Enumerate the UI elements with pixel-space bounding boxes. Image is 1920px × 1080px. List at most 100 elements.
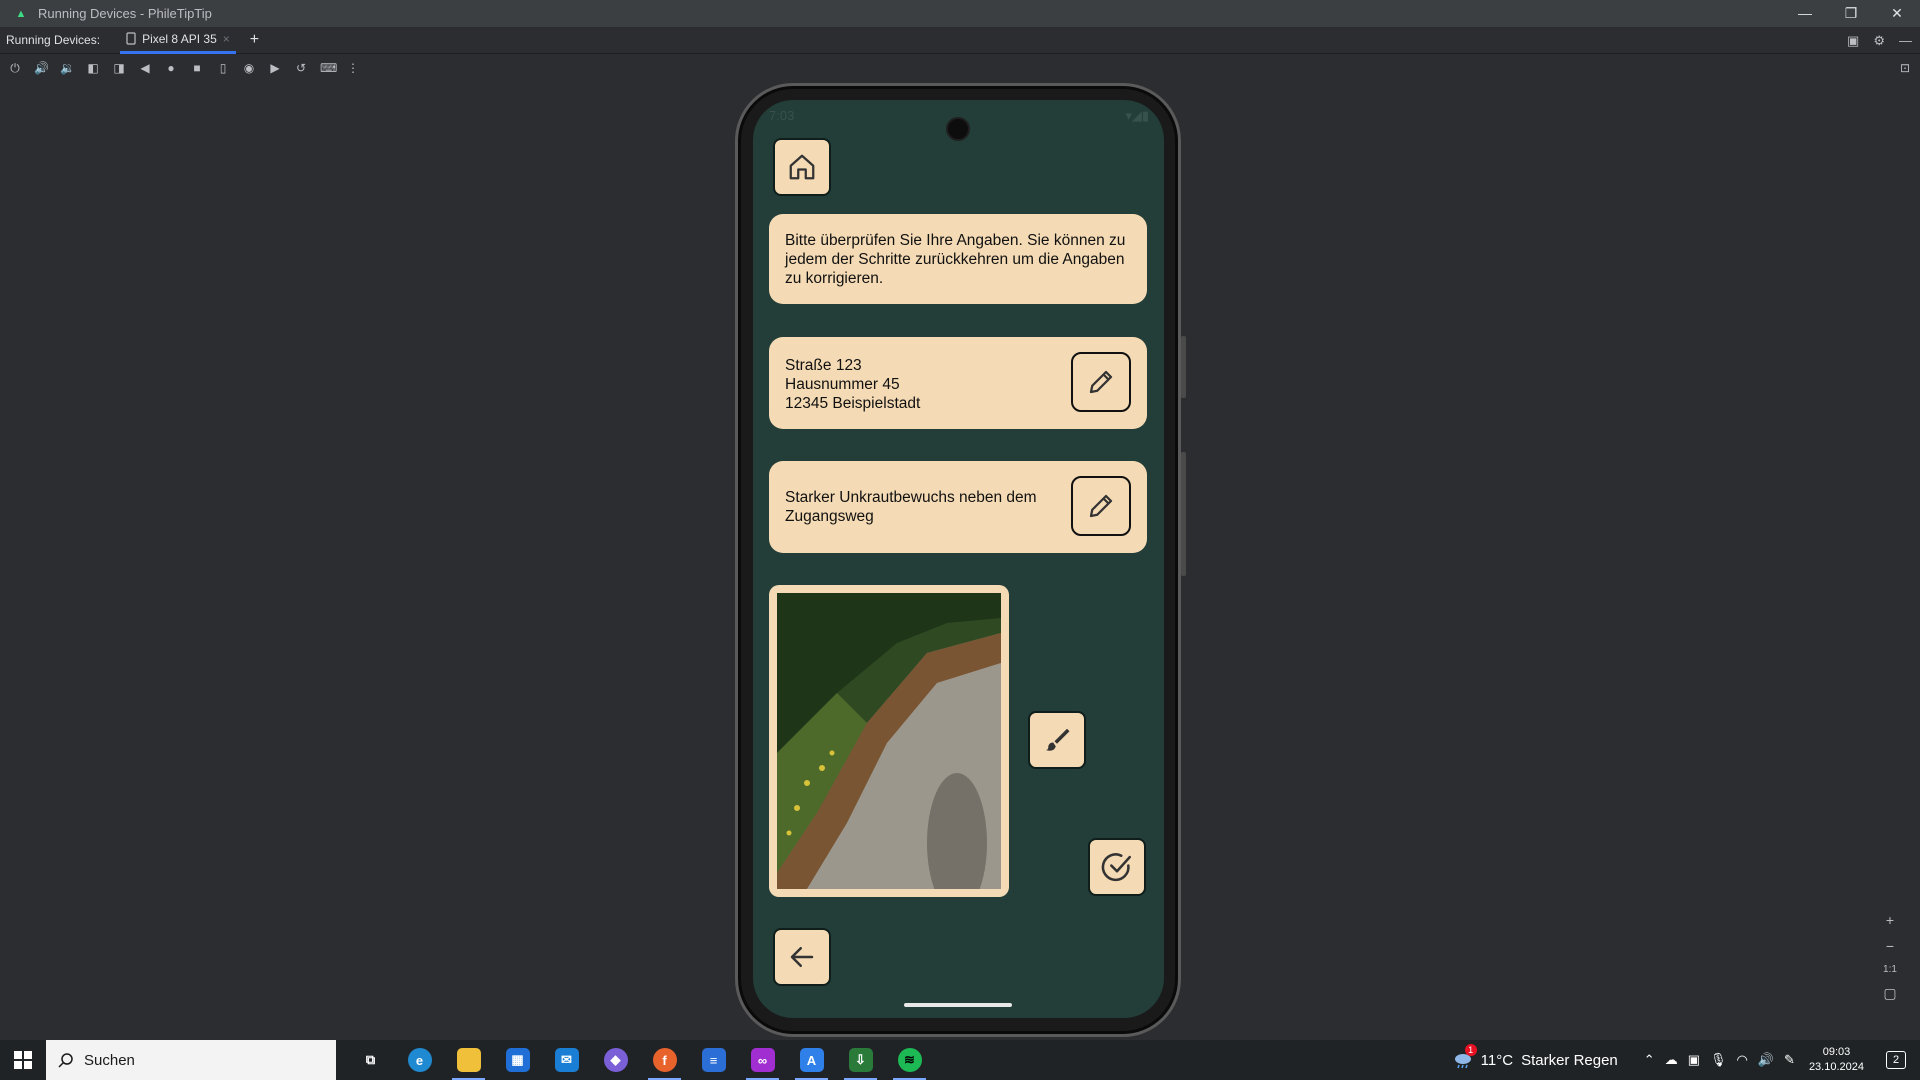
volume-up-icon[interactable]: 🔊 (34, 61, 49, 75)
notification-center-button[interactable]: 2 (1880, 1044, 1912, 1076)
download-icon: ⇩ (848, 1048, 873, 1072)
notification-count: 2 (1886, 1051, 1906, 1069)
tab-label: Pixel 8 API 35 (142, 31, 217, 46)
layout-icon[interactable]: ▣ (1847, 33, 1859, 49)
chevron-up-icon[interactable]: ⌃ (1644, 1052, 1655, 1068)
copilot-button[interactable]: ◆ (591, 1040, 640, 1080)
firefox-button[interactable]: f (640, 1040, 689, 1080)
volume-down-icon[interactable]: 🔉 (60, 61, 75, 75)
back-icon[interactable]: ◀ (138, 61, 152, 75)
close-button[interactable]: ✕ (1874, 0, 1920, 27)
pencil-icon (1089, 370, 1113, 394)
description-card: Starker Unkrautbewuchs neben dem Zugangs… (769, 461, 1147, 553)
rotate-left-icon[interactable]: ◧ (86, 61, 100, 75)
edit-description-button[interactable] (1071, 476, 1131, 536)
taskbar-clock[interactable]: 09:03 23.10.2024 (1809, 1045, 1864, 1075)
home-icon[interactable]: ● (164, 61, 178, 75)
photo-frame (769, 585, 1009, 897)
window-title: Running Devices - PhileTipTip (38, 6, 212, 21)
start-button[interactable] (0, 1040, 46, 1080)
gear-icon[interactable]: ⚙ (1873, 33, 1885, 49)
task-view-button[interactable]: ⧉ (346, 1040, 395, 1080)
restore-button[interactable]: ❐ (1828, 0, 1874, 27)
screen-record-icon[interactable]: ▶ (268, 61, 282, 75)
reset-icon[interactable]: ↺ (294, 61, 308, 75)
android-studio-icon: ▲ (15, 7, 27, 20)
phone-power-button (1181, 336, 1186, 398)
word-button[interactable]: ≡ (689, 1040, 738, 1080)
screenshot-icon[interactable]: ◉ (242, 61, 256, 75)
phone-volume-button (1181, 452, 1186, 576)
home-icon (789, 154, 815, 180)
zoom-fit-screen-icon[interactable]: ▢ (1880, 985, 1900, 1002)
search-placeholder: Suchen (84, 1051, 135, 1069)
brush-icon (1045, 728, 1070, 751)
tray-icons: ⌃ ☁ ▣ 🎙 ◠ 🔊 ✎ (1644, 1052, 1795, 1068)
speaker-icon[interactable]: 🔊 (1758, 1052, 1774, 1068)
edge-icon: e (407, 1048, 432, 1072)
microphone-icon[interactable]: 🎙 (1710, 1052, 1727, 1068)
weather-temperature: 11°C (1480, 1051, 1514, 1069)
file-explorer-button[interactable] (444, 1040, 493, 1080)
tab-close-icon[interactable]: × (223, 32, 230, 46)
mail-icon: ✉ (554, 1048, 579, 1072)
spotify-button[interactable]: ≋ (885, 1040, 934, 1080)
wifi-icon[interactable]: ◠ (1737, 1052, 1748, 1068)
home-button[interactable] (773, 138, 831, 196)
task-view-icon: ⧉ (365, 1052, 376, 1067)
description-text: Starker Unkrautbewuchs neben dem Zugangs… (785, 489, 1037, 525)
pen-icon[interactable]: ✎ (1784, 1052, 1795, 1068)
minimize-button[interactable]: — (1782, 0, 1828, 27)
uploaded-photo[interactable] (777, 593, 1001, 889)
weather-widget[interactable]: 1 11°C Starker Regen (1453, 1044, 1618, 1070)
download-app-button[interactable]: ⇩ (836, 1040, 885, 1080)
device-icon (126, 32, 136, 45)
front-camera (946, 117, 970, 141)
add-device-button[interactable]: + (250, 31, 259, 49)
title-bar: ▲ Running Devices - PhileTipTip — ❐ ✕ (0, 0, 1920, 27)
gesture-bar[interactable] (904, 1003, 1012, 1007)
running-devices-label: Running Devices: (6, 33, 101, 47)
confirm-submit-button[interactable] (1088, 838, 1146, 896)
overview-icon[interactable]: ■ (190, 61, 204, 75)
edit-address-button[interactable] (1071, 352, 1131, 412)
pencil-icon (1089, 494, 1113, 518)
edge-button[interactable]: e (395, 1040, 444, 1080)
rotate-right-icon[interactable]: ◨ (112, 61, 126, 75)
zoom-fit-icon[interactable]: ⊡ (1898, 61, 1912, 75)
cloud-sync-icon[interactable]: ☁ (1665, 1052, 1678, 1068)
tab-pixel-8[interactable]: Pixel 8 API 35 × (120, 27, 236, 54)
device-frame-icon[interactable]: ▯ (216, 61, 230, 75)
weather-condition: Starker Regen (1521, 1051, 1618, 1069)
mail-button[interactable]: ✉ (542, 1040, 591, 1080)
taskbar-search[interactable]: Suchen (46, 1040, 336, 1080)
more-options-icon[interactable]: ⋮ (346, 61, 360, 75)
store-button[interactable]: ▦ (493, 1040, 542, 1080)
clock-time: 09:03 (1822, 1046, 1851, 1058)
hide-panel-icon[interactable]: — (1899, 33, 1912, 48)
windows-taskbar: Suchen ⧉ e ▦ ✉ ◆ f ≡ ∞ A ⇩ ≋ 1 11°C Star… (0, 1040, 1920, 1080)
rain-cloud-icon: 1 (1453, 1044, 1477, 1070)
keyboard-icon[interactable]: ⌨ (320, 61, 337, 75)
store-icon: ▦ (505, 1048, 530, 1072)
document-icon: ≡ (701, 1048, 726, 1072)
power-icon[interactable]: ⏻ (8, 61, 22, 76)
zoom-in-button[interactable]: + (1880, 912, 1900, 928)
app-store-button[interactable]: A (787, 1040, 836, 1080)
back-button[interactable] (773, 928, 831, 986)
tabbar-right-icons: ▣ ⚙ — (1847, 27, 1912, 54)
status-time: 7:03 (769, 108, 795, 123)
address-card: Straße 123 Hausnummer 45 12345 Beispiels… (769, 337, 1147, 429)
phone-screen: 7:03 ▾◢▮ Bitte überprüfen Sie Ihre Angab… (753, 100, 1164, 1018)
meet-now-icon[interactable]: ▣ (1688, 1052, 1700, 1068)
zoom-actual-size-button[interactable]: 1:1 (1880, 964, 1900, 975)
system-tray: 1 11°C Starker Regen ⌃ ☁ ▣ 🎙 ◠ 🔊 ✎ 09:03… (1453, 1040, 1920, 1080)
folder-icon (456, 1048, 481, 1072)
draw-on-photo-button[interactable] (1028, 711, 1086, 769)
zoom-out-button[interactable]: − (1880, 938, 1900, 954)
spotify-icon: ≋ (897, 1048, 922, 1072)
review-info-card: Bitte überprüfen Sie Ihre Angaben. Sie k… (769, 214, 1147, 304)
android-studio-button[interactable]: ∞ (738, 1040, 787, 1080)
arrow-left-icon (790, 947, 814, 967)
status-icons: ▾◢▮ (1125, 108, 1149, 123)
